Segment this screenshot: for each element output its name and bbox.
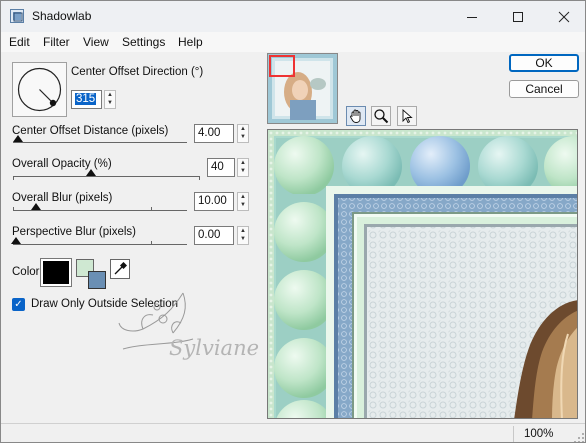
distance-input[interactable]: 4.00 [194,124,234,143]
perspective-blur-spinner[interactable]: ▲ ▼ [237,226,249,245]
perspective-blur-slider-thumb[interactable] [11,237,21,244]
menu-filter[interactable]: Filter [43,35,70,49]
main-preview-canvas[interactable] [267,129,578,419]
direction-dial[interactable] [12,62,67,117]
draw-outside-checkbox[interactable]: ✓ [12,298,25,311]
perspective-blur-slider[interactable] [13,244,187,245]
close-button[interactable] [541,1,585,32]
window-title: Shadowlab [32,9,92,23]
zoom-icon [374,109,389,124]
direction-input[interactable]: 315 [71,90,102,109]
title-bar[interactable]: Shadowlab [1,1,585,32]
status-bar: 100% [1,423,585,443]
resize-grip-icon[interactable] [573,432,585,443]
opacity-slider[interactable] [13,176,200,177]
menu-settings[interactable]: Settings [122,35,165,49]
distance-spinner[interactable]: ▲ ▼ [237,124,249,143]
menu-bar: Edit Filter View Settings Help [1,32,585,52]
menu-view[interactable]: View [83,35,109,49]
direction-label: Center Offset Direction (°) [71,66,204,78]
opacity-input[interactable]: 40 [207,158,235,177]
zoom-level: 100% [524,428,554,440]
perspective-blur-label: Perspective Blur (pixels) [12,226,136,238]
blur-tick [151,207,152,210]
opacity-slider-thumb[interactable] [86,169,96,176]
preview-image [268,130,577,418]
shadow-color-swatch[interactable] [40,258,72,287]
background-color-swatch[interactable] [88,271,106,289]
opacity-spinner[interactable]: ▲ ▼ [237,158,249,177]
direction-dial-icon [17,67,62,112]
cancel-button[interactable]: Cancel [509,80,579,98]
app-icon [10,9,24,23]
perspective-blur-tick [151,241,152,244]
distance-slider[interactable] [13,142,187,143]
maximize-button[interactable] [495,1,541,32]
eyedropper-icon [114,262,127,275]
navigator-viewport-rect[interactable] [269,55,295,77]
hand-pan-icon [350,109,361,123]
menu-help[interactable]: Help [178,35,203,49]
watermark-text: Sylviane [169,336,259,360]
navigator-thumbnail[interactable] [267,53,338,124]
close-icon [558,11,570,22]
distance-slider-thumb[interactable] [13,135,23,142]
blur-label: Overall Blur (pixels) [12,192,113,204]
opacity-tick [13,177,14,180]
hand-pan-button[interactable] [346,106,366,126]
blur-slider[interactable] [13,210,187,211]
eyedropper-button[interactable] [110,259,130,279]
watermark-logo: Sylviane [118,292,259,360]
opacity-tick [199,177,200,180]
minimize-icon [467,16,477,18]
blur-input[interactable]: 10.00 [194,192,234,211]
direction-value: 315 [75,93,97,105]
blur-slider-thumb[interactable] [31,203,41,210]
color-label: Color [12,266,40,278]
zoom-button[interactable] [371,106,391,126]
status-separator [513,426,514,442]
blur-spinner[interactable]: ▲ ▼ [237,192,249,211]
blur-tick [13,207,14,210]
ok-button[interactable]: OK [509,54,579,72]
shadowlab-dialog: Shadowlab Edit Filter View Settings Help… [0,0,586,443]
distance-label: Center Offset Distance (pixels) [12,125,169,137]
perspective-blur-input[interactable]: 0.00 [194,226,234,245]
pointer-button[interactable] [397,106,417,126]
menu-edit[interactable]: Edit [9,35,30,49]
opacity-label: Overall Opacity (%) [12,158,112,170]
pointer-arrow-icon [402,109,413,124]
settings-panel: Center Offset Direction (°) 315 ▲ ▼ Cente… [1,52,263,423]
maximize-icon [513,11,523,22]
direction-spinner[interactable]: ▲ ▼ [104,90,116,109]
minimize-button[interactable] [449,1,495,32]
